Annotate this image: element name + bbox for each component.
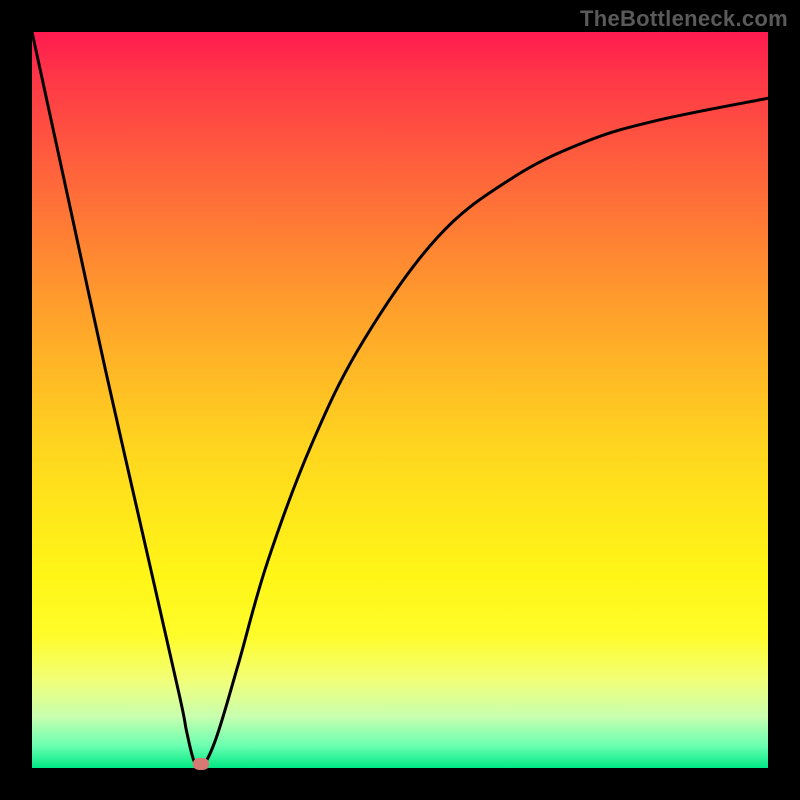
minimum-marker-icon: [193, 758, 209, 770]
watermark-text: TheBottleneck.com: [580, 6, 788, 32]
bottleneck-curve-path: [32, 32, 768, 768]
chart-frame: TheBottleneck.com: [0, 0, 800, 800]
bottleneck-curve-svg: [32, 32, 768, 768]
